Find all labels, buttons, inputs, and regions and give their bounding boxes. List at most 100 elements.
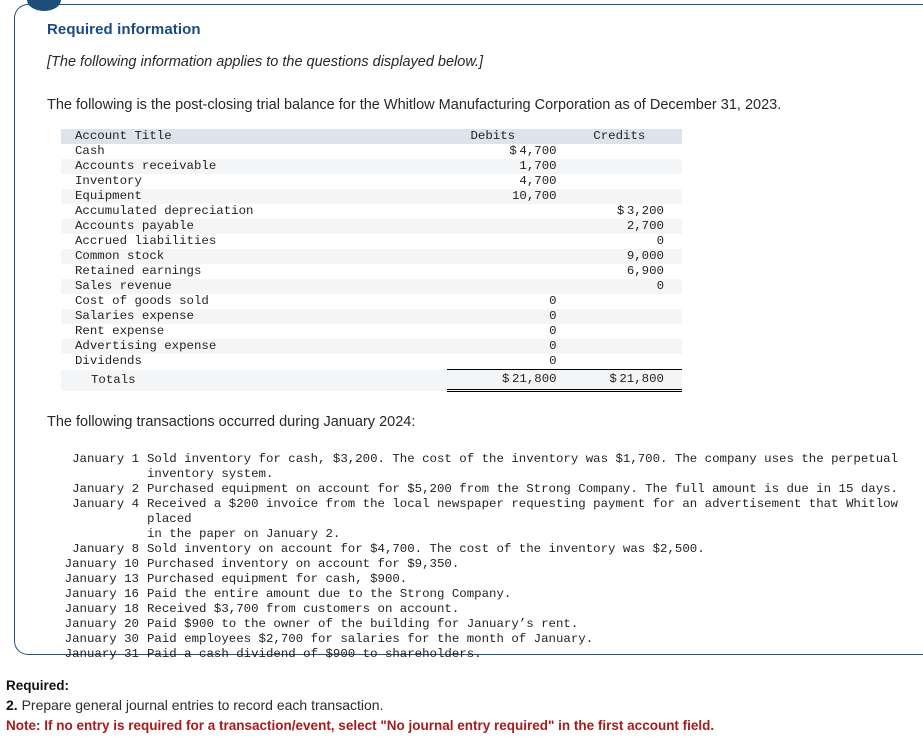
table-row-totals: Totals $21,800 $21,800: [61, 369, 682, 392]
cell-account-title: Inventory: [75, 174, 142, 188]
cell-credit: [575, 144, 682, 159]
transaction-description: Received a $200 invoice from the local n…: [147, 497, 898, 541]
transaction-row: January 2 Purchased equipment on account …: [53, 482, 923, 497]
transaction-row: January 30 Paid employees $2,700 for sala…: [53, 632, 923, 647]
table-row: Advertising expense 0: [61, 339, 682, 354]
cell-credit: [575, 354, 682, 370]
cell-totals-credit: $21,800: [574, 369, 682, 392]
cell-debit: 1,700: [519, 159, 557, 173]
cell-credit: [575, 159, 682, 174]
transaction-date: January 13: [64, 572, 139, 586]
cell-account-title: Rent expense: [75, 324, 165, 338]
cell-debit: 0: [549, 324, 557, 338]
cell-credit: 0: [656, 234, 664, 248]
cell-account-title: Accrued liabilities: [75, 234, 217, 248]
table-body: Cash $4,700 Accounts receivable 1,700 Invent…: [61, 144, 682, 392]
cell-credit: [575, 174, 682, 189]
cell-credit: 6,900: [626, 264, 664, 278]
cell-account-title: Retained earnings: [75, 264, 202, 278]
cell-debit: 0: [549, 294, 557, 308]
cell-debit: [447, 249, 575, 264]
cell-credit: [575, 294, 682, 309]
table-row: Accounts payable 2,700: [61, 219, 682, 234]
table-row: Equipment 10,700: [61, 189, 682, 204]
required-item-2: 2. Prepare general journal entries to re…: [6, 695, 916, 715]
transaction-row: January 1 Sold inventory for cash, $3,200…: [53, 452, 923, 482]
cell-account-title: Cash: [75, 144, 105, 158]
transaction-date: January 2: [72, 482, 139, 496]
cell-debit: 10,700: [511, 189, 557, 203]
cell-credit: 2,700: [626, 219, 664, 233]
cell-debit: $4,700: [509, 144, 557, 158]
table-row: Cost of goods sold 0: [61, 294, 682, 309]
cell-debit: [447, 204, 575, 219]
cell-credit: [575, 309, 682, 324]
table-row: Accrued liabilities 0: [61, 234, 682, 249]
column-header-debits: Debits: [446, 129, 575, 144]
transaction-row: January 4 Received a $200 invoice from th…: [53, 497, 923, 542]
cell-totals-label: Totals: [61, 369, 447, 391]
cell-account-title: Accounts receivable: [75, 159, 217, 173]
transaction-description: Paid the entire amount due to the Strong…: [147, 587, 512, 601]
required-information-card: Required information [The following info…: [14, 0, 923, 661]
transaction-date: January 16: [64, 587, 139, 601]
column-header-credits: Credits: [574, 129, 682, 144]
table-row: Sales revenue 0: [61, 279, 682, 294]
cell-credit: [575, 189, 682, 204]
cell-debit: 0: [549, 339, 557, 353]
transaction-date: January 30: [64, 632, 139, 646]
cell-credit: [575, 339, 682, 354]
transaction-description: Paid employees $2,700 for salaries for t…: [147, 632, 594, 646]
transaction-date: January 20: [64, 617, 139, 631]
cell-account-title: Salaries expense: [75, 309, 194, 323]
applies-note: [The following information applies to th…: [47, 54, 484, 70]
transaction-row: January 20 Paid $900 to the owner of the …: [53, 617, 923, 632]
required-item-text: Prepare general journal entries to recor…: [17, 697, 384, 713]
transaction-date: January 8: [72, 542, 139, 556]
transaction-row: January 18 Received $3,700 from customers…: [53, 602, 923, 617]
intro-paragraph: The following is the post-closing trial …: [47, 97, 782, 113]
transactions-intro: The following transactions occurred duri…: [47, 414, 416, 430]
table-row: Accounts receivable 1,700: [61, 159, 682, 174]
transaction-description: Sold inventory on account for $4,700. Th…: [147, 542, 705, 556]
transaction-description: Received $3,700 from customers on accoun…: [147, 602, 460, 616]
cell-credit: $3,200: [616, 204, 664, 218]
transactions-list: January 1 Sold inventory for cash, $3,200…: [53, 452, 923, 662]
column-header-account-title: Account Title: [61, 129, 447, 144]
trial-balance-table: Account Title Debits Credits Cash $4,700 A…: [61, 129, 682, 392]
cell-account-title: Common stock: [75, 249, 165, 263]
cell-credit: 0: [656, 279, 664, 293]
cell-account-title: Equipment: [75, 189, 142, 203]
cell-debit: 4,700: [519, 174, 557, 188]
table-row: Salaries expense 0: [61, 309, 682, 324]
table-row: Retained earnings 6,900: [61, 264, 682, 279]
cell-debit: [447, 264, 575, 279]
transaction-date: January 1: [72, 452, 139, 466]
cell-debit: 0: [549, 309, 557, 323]
transaction-description: Purchased equipment for cash, $900.: [147, 572, 408, 586]
cell-debit: [447, 279, 575, 294]
required-footer: Required: 2. Prepare general journal ent…: [6, 676, 916, 736]
table-row: Accumulated depreciation $3,200: [61, 204, 682, 219]
transaction-description: Paid $900 to the owner of the building f…: [147, 617, 579, 631]
table-row: Dividends 0: [61, 354, 682, 370]
required-label: Required:: [6, 678, 70, 693]
transaction-description: Sold inventory for cash, $3,200. The cos…: [147, 452, 898, 481]
note-text: Note: If no entry is required for a tran…: [6, 718, 715, 733]
table-header: Account Title Debits Credits: [61, 129, 682, 144]
table-row: Common stock 9,000: [61, 249, 682, 264]
transaction-row: January 13 Purchased equipment for cash, …: [53, 572, 923, 587]
cell-debit: 0: [549, 354, 557, 368]
cell-totals-debit: $21,800: [446, 369, 575, 392]
required-item-number: 2.: [6, 697, 18, 713]
table-row: Cash $4,700: [61, 144, 682, 159]
table-row: Inventory 4,700: [61, 174, 682, 189]
table-header-row: Account Title Debits Credits: [61, 129, 682, 144]
transaction-row: January 16 Paid the entire amount due to …: [53, 587, 923, 602]
transaction-date: January 10: [64, 557, 139, 571]
transaction-date: January 4: [72, 497, 139, 511]
cell-account-title: Cost of goods sold: [75, 294, 209, 308]
transaction-description: Purchased equipment on account for $5,20…: [147, 482, 898, 496]
transaction-row: January 10 Purchased inventory on account…: [53, 557, 923, 572]
transaction-description: Paid a cash dividend of $900 to sharehol…: [147, 647, 482, 661]
